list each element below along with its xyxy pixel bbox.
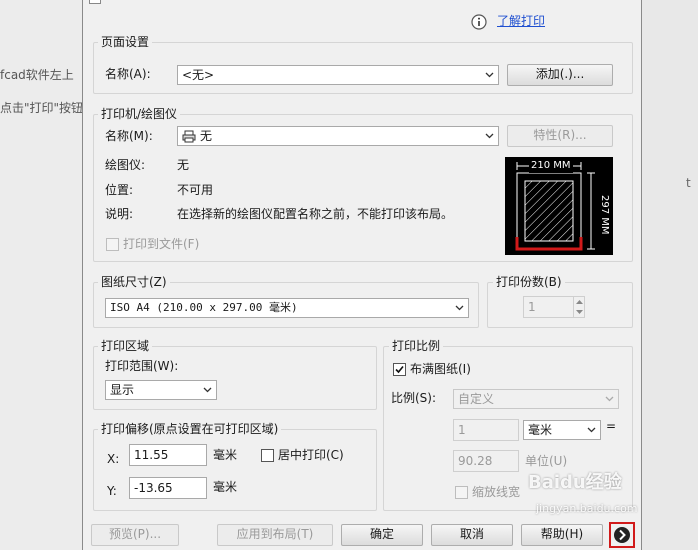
page-setup-name-value: <无> <box>182 68 215 82</box>
scale-denominator-value: 90.28 <box>458 454 493 468</box>
print-area-title: 打印区域 <box>98 339 153 353</box>
paper-size-select[interactable]: ISO A4 (210.00 x 297.00 毫米) <box>105 298 469 318</box>
info-icon <box>471 14 487 30</box>
copies-value: 1 <box>528 300 536 314</box>
center-print-label: 居中打印(C) <box>278 448 344 462</box>
scale-equals: = <box>606 419 617 433</box>
scale-value: 自定义 <box>458 392 495 406</box>
printer-name-label: 名称(M): <box>105 129 153 143</box>
offset-x-label: X: <box>107 452 120 466</box>
watermark-brand: Baidu经验 <box>528 472 622 493</box>
copies-spinner[interactable] <box>573 297 584 317</box>
chevron-down-icon <box>587 427 596 433</box>
printer-properties-button[interactable]: 特性(R)... <box>507 125 613 147</box>
page-setup-title: 页面设置 <box>98 35 153 49</box>
printer-icon <box>182 130 196 143</box>
description-value: 在选择新的绘图仪配置名称之前，不能打印该布局。 <box>177 207 454 221</box>
scale-unit-value: 毫米 <box>528 423 553 437</box>
paper-preview: 210 MM 297 MM <box>505 157 613 255</box>
scale-label: 比例(S): <box>391 391 437 405</box>
page-setup-name-select[interactable]: <无> <box>177 65 499 85</box>
fit-paper-label: 布满图纸(I) <box>410 362 471 376</box>
add-page-setup-button[interactable]: 添加(.)... <box>507 64 613 86</box>
chevron-right-icon <box>614 527 630 543</box>
scale-denominator-input[interactable]: 90.28 <box>453 450 519 472</box>
paper-size-value: ISO A4 (210.00 x 297.00 毫米) <box>110 301 298 314</box>
print-offset-title: 打印偏移(原点设置在可打印区域) <box>98 422 282 436</box>
background-left-panel: fcad软件左上 点击"打印"按钮 <box>0 0 84 550</box>
spinner-arrows-icon <box>576 300 583 314</box>
print-to-file-checkbox[interactable] <box>106 238 119 251</box>
scale-lineweights-checkbox[interactable] <box>455 486 468 499</box>
checkmark-icon <box>395 365 404 374</box>
help-button[interactable]: 帮助(H) <box>521 524 603 546</box>
chevron-down-icon <box>605 396 614 402</box>
background-right-panel: t <box>642 0 698 550</box>
scale-unit-select[interactable]: 毫米 <box>523 420 601 440</box>
print-to-file-label: 打印到文件(F) <box>123 237 200 251</box>
offset-y-unit: 毫米 <box>213 480 238 494</box>
page-setup-name-label: 名称(A): <box>105 67 151 81</box>
cancel-button[interactable]: 取消 <box>431 524 513 546</box>
apply-to-layout-button[interactable]: 应用到布局(T) <box>217 524 333 546</box>
location-label: 位置: <box>105 183 134 197</box>
printer-name-select[interactable]: 无 <box>177 126 499 146</box>
ok-button[interactable]: 确定 <box>341 524 423 546</box>
printer-name-value: 无 <box>200 129 213 143</box>
offset-y-label: Y: <box>107 484 117 498</box>
chevron-down-icon <box>485 72 494 78</box>
offset-y-input[interactable]: -13.65 <box>129 477 207 499</box>
scale-units-label: 单位(U) <box>525 454 568 468</box>
print-range-select[interactable]: 显示 <box>105 380 217 400</box>
print-range-label: 打印范围(W): <box>105 359 179 373</box>
print-scale-title: 打印比例 <box>389 339 444 353</box>
chevron-down-icon <box>485 133 494 139</box>
background-text-2: 点击"打印"按钮 <box>0 101 84 115</box>
plotter-value: 无 <box>177 158 190 172</box>
description-label: 说明: <box>105 207 134 221</box>
scale-numerator-value: 1 <box>458 423 466 437</box>
scale-select[interactable]: 自定义 <box>453 389 619 409</box>
offset-x-unit: 毫米 <box>213 448 238 462</box>
watermark-url: jingyan.baidu.com <box>536 502 638 515</box>
print-area-group <box>93 346 377 410</box>
background-text-3: t <box>686 176 691 190</box>
center-print-checkbox[interactable] <box>261 449 274 462</box>
location-value: 不可用 <box>177 183 214 197</box>
offset-y-value: -13.65 <box>134 481 173 495</box>
fit-paper-checkbox[interactable] <box>393 363 406 376</box>
scale-lineweights-label: 缩放线宽 <box>472 485 521 499</box>
background-text-1: fcad软件左上 <box>0 68 74 82</box>
offset-x-input[interactable]: 11.55 <box>129 444 207 466</box>
scale-numerator-input[interactable]: 1 <box>453 419 519 441</box>
dialog-icon-stub <box>89 0 101 4</box>
paper-size-title: 图纸尺寸(Z) <box>98 275 170 289</box>
plotter-label: 绘图仪: <box>105 158 146 172</box>
learn-print-link[interactable]: 了解打印 <box>497 14 545 28</box>
offset-x-value: 11.55 <box>134 448 169 462</box>
print-range-value: 显示 <box>110 383 135 397</box>
copies-title: 打印份数(B) <box>493 275 565 289</box>
chevron-down-icon <box>203 387 212 393</box>
chevron-down-icon <box>455 305 464 311</box>
preview-button[interactable]: 预览(P)... <box>91 524 179 546</box>
printer-title: 打印机/绘图仪 <box>98 107 181 121</box>
print-dialog: 了解打印 页面设置 名称(A): <无> 添加(.)... 打印机/绘图仪 名称… <box>82 0 642 550</box>
preview-height-label: 297 MM <box>599 195 610 235</box>
baidu-watermark: Baidu经验 jingyan.baidu.com <box>528 470 668 526</box>
preview-width-label: 210 MM <box>529 159 573 173</box>
